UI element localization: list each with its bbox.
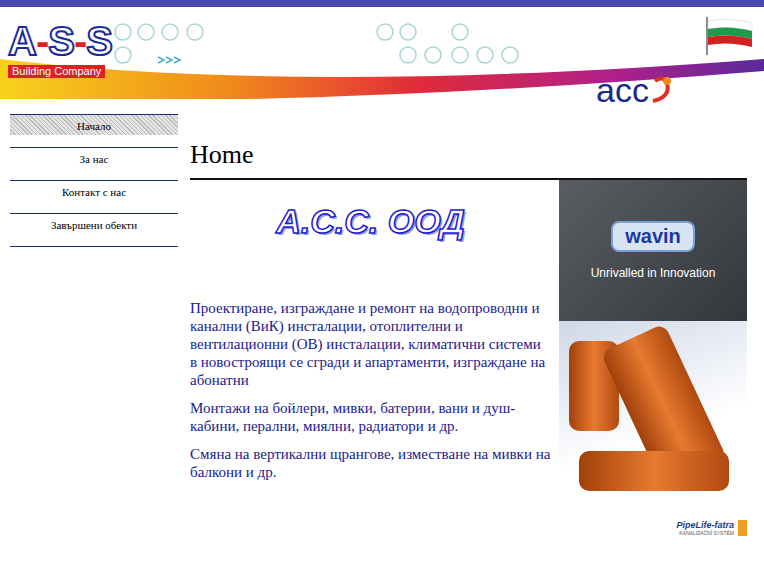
- sidebar-item[interactable]: Начало: [10, 115, 178, 148]
- image-column: wavin Unrivalled in Innovation: [559, 180, 747, 508]
- sidebar-item[interactable]: Завършени обекти: [10, 214, 178, 247]
- partner-logo: acc: [596, 75, 675, 105]
- service-paragraph: Проектиране, изграждане и ремонт на водо…: [190, 299, 551, 389]
- pipelife-mark-icon: [738, 520, 747, 536]
- wavin-slogan: Unrivalled in Innovation: [591, 266, 716, 280]
- logo-tagline: Building Company: [8, 65, 105, 78]
- footer: PipeLife-fatra KANALIZAČNÍ SYSTÉM: [190, 520, 747, 536]
- service-paragraph: Смяна на вертикални щрангове, изместване…: [190, 445, 551, 481]
- sidebar-item[interactable]: Контакт с нас: [10, 181, 178, 214]
- wavin-logo: wavin: [611, 221, 695, 252]
- banner-swoosh-icon: [0, 7, 764, 99]
- bulgarian-flag-icon[interactable]: [704, 15, 754, 55]
- top-bar: [0, 0, 764, 7]
- logo-text: A-S-S: [8, 21, 112, 61]
- company-logo[interactable]: A-S-S Building Company: [8, 21, 112, 79]
- main-panel: Home А.С.С. ООД Проектиране, изграждане …: [190, 114, 747, 536]
- text-column: А.С.С. ООД Проектиране, изграждане и рем…: [190, 180, 559, 508]
- header-banner: A-S-S Building Company acc: [0, 7, 764, 100]
- content-area: НачалоЗа насКонтакт с насЗавършени обект…: [0, 100, 764, 536]
- company-title: А.С.С. ООД: [190, 202, 551, 241]
- page-heading: Home: [190, 140, 747, 180]
- content-grid: А.С.С. ООД Проектиране, изграждане и рем…: [190, 180, 747, 508]
- page: A-S-S Building Company acc НачалоЗа насК…: [0, 0, 764, 561]
- sidebar: НачалоЗа насКонтакт с насЗавършени обект…: [10, 114, 178, 247]
- sidebar-item[interactable]: За нас: [10, 148, 178, 181]
- wavin-banner[interactable]: wavin Unrivalled in Innovation: [559, 180, 747, 321]
- pipelife-logo: PipeLife-fatra KANALIZAČNÍ SYSTÉM: [676, 520, 734, 536]
- swirl-icon: [649, 75, 675, 105]
- service-paragraph: Монтажи на бойлери, мивки, батерии, вани…: [190, 399, 551, 435]
- pipes-photo: [559, 321, 747, 508]
